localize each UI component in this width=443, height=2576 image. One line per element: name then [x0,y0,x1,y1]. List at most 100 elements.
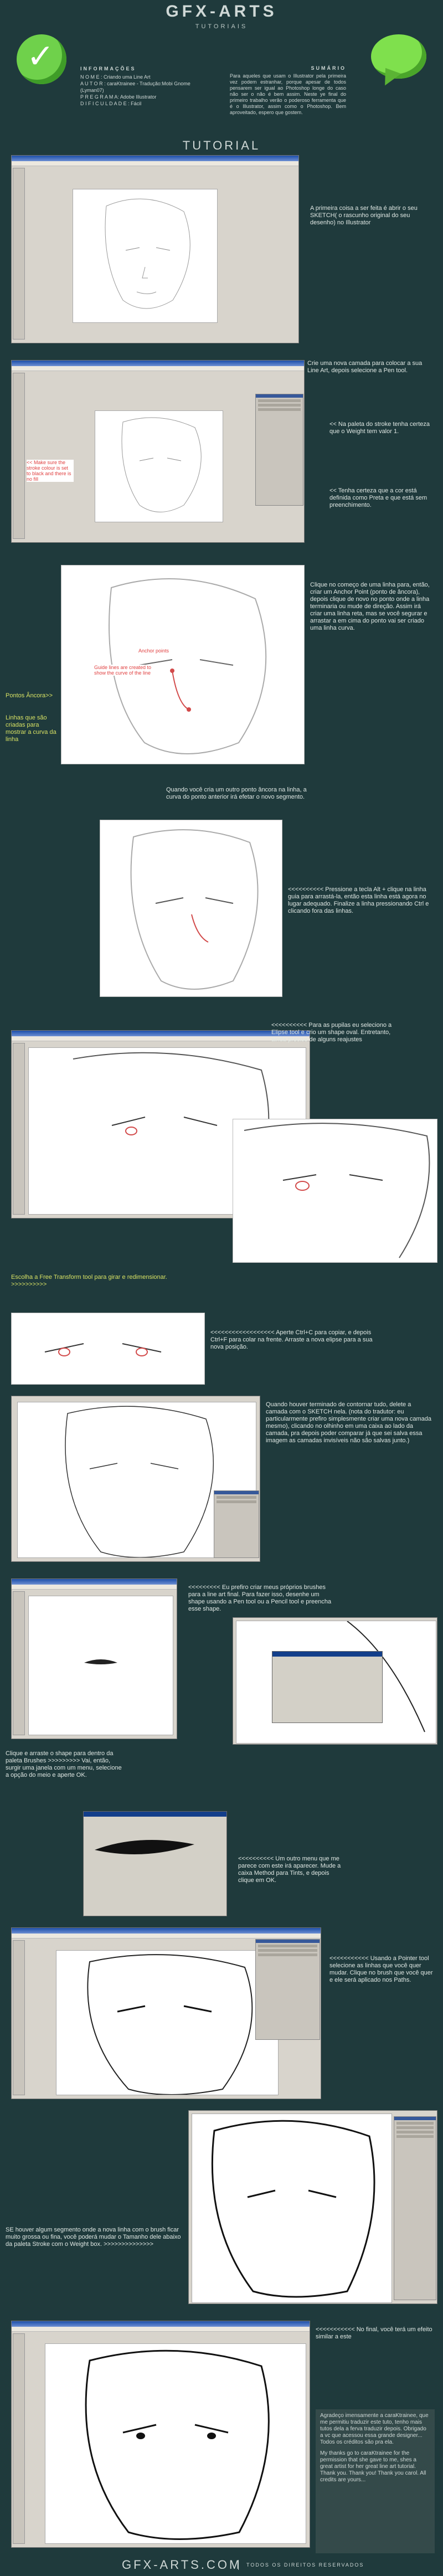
info-block: INFORMAÇÕES N O M E : Criando uma Line A… [80,65,213,107]
info-name: N O M E : Criando uma Line Art [80,74,151,80]
stroke-panel [394,2116,436,2300]
title-bar [12,1031,310,1036]
toolbox [13,373,25,539]
info-difficulty: D I F I C U L D A D E : Fácil [80,101,142,106]
canvas [45,2343,306,2544]
panel-row [258,1953,317,1956]
menu-bar [12,161,298,166]
caption-step8: <<<<<<<<<<<<<<<<<< Aperte Ctrl+C para co… [210,1329,373,1350]
illustrator-window-step1 [11,155,299,343]
illustrator-window-step10 [11,1578,177,1739]
stroke-color-note: << Make sure the stroke colour is set to… [27,460,74,482]
illustrator-window-step15 [11,2321,310,2548]
copy-ellipse-artwork [11,1313,205,1385]
menu-bar [12,1585,177,1590]
caption-anchor-points: Pontos Âncora>> [6,692,53,699]
footer: GFX-ARTS.COM TODOS OS DIREITOS RESERVADO… [0,2553,443,2576]
thanks-pt: Agradeço imensamente a caraKtrainee, que… [320,2413,429,2445]
footer-rights: TODOS OS DIREITOS RESERVADOS [246,2562,364,2568]
sketch-face-image [130,829,259,990]
caption-step1: A primeira coisa a ser feita é abrir o s… [310,205,418,226]
panel-row [258,399,301,402]
caption-step7: Escolha a Free Transform tool para girar… [11,1274,167,1288]
summary-title: SUMÁRIO [311,65,346,71]
sketch-face-image [121,417,202,512]
site-logo[interactable]: GFX-ARTS [0,2,443,21]
title-bar [12,2321,310,2327]
layers-panel [214,1490,259,1558]
menu-bar [12,2327,310,2332]
toolbox [13,1043,25,1215]
logo-subtitle: TUTORIAIS [195,23,248,30]
caption-step2-weight: << Na paleta do stroke tenha certeza que… [329,421,430,435]
footer-divider [238,2560,239,2570]
caption-step5: <<<<<<<<<< Pressione a tecla Alt + cliqu… [288,886,429,914]
line-art-face-image [244,1123,430,1258]
title-bar [12,361,304,366]
art-brush-options-dialog[interactable] [83,1811,227,1916]
panel-row [258,408,301,411]
toolbox [13,1591,25,1735]
caption-guide-lines: Linhas que são criadas para mostrar a cu… [6,714,56,743]
illustrator-window-step2 [11,360,305,543]
canvas [73,189,218,323]
new-brush-dialog[interactable] [272,1651,383,1723]
eyes-image [44,1343,162,1356]
page: GFX-ARTS TUTORIAIS ✓ INFORMAÇÕES N O M E… [0,0,443,2576]
panel-row [217,1496,256,1499]
tutorial-title: TUTORIAL [182,138,261,152]
panel-row [396,2135,434,2138]
line-art-face-image [211,2120,375,2298]
menu-bar [12,1934,321,1939]
canvas [56,1950,279,2095]
header: GFX-ARTS TUTORIAIS ✓ INFORMAÇÕES N O M E… [0,0,443,127]
panel-row [217,1500,256,1503]
panel-row [258,404,301,407]
title-bar [12,156,298,161]
caption-step12: <<<<<<<<<< Um outro menu que me parece c… [238,1855,341,1884]
panel-row [258,1945,317,1947]
caption-step14: SE houver algum segmento onde a nova lin… [6,2227,181,2248]
info-author: A U T O R : caraKtrainee - Tradução:Mobi… [80,81,190,93]
panel-row [396,2131,434,2133]
toolbox [13,2333,25,2544]
caption-step2: Crie uma nova camada para colocar a sua … [307,360,423,374]
toolbox [13,1940,25,2095]
caption-step4: Quando você cria um outro ponto âncora n… [166,786,307,800]
brush-preview-image [95,1840,194,1854]
anchor-points-note: Anchor points [138,648,188,654]
info-program: P R E G R A M A: Adobe Illustrator [80,94,157,100]
dialog-titlebar [84,1812,226,1817]
final-line-art-image [85,2349,270,2540]
panel-titlebar [214,1491,259,1494]
line-art-face-image [87,1954,253,2095]
caption-step3: Clique no começo de uma linha para, entã… [310,582,430,631]
canvas [192,2114,392,2303]
caption-step13: <<<<<<<<<<< Usando a Pointer tool seleci… [329,1955,433,1983]
brushes-panel [255,1939,320,2040]
info-title: INFORMAÇÕES [80,66,136,71]
sketch-face-image [105,198,190,309]
canvas [95,410,223,522]
curve-segment-artwork [100,820,282,997]
toolbox [13,168,25,340]
footer-logo[interactable]: GFX-ARTS.COM [122,2558,241,2572]
brushes-palette-window [233,1617,437,1745]
panel-row [396,2126,434,2129]
brush-shape-image [84,1659,117,1664]
panel-titlebar [256,1940,320,1943]
panel-row [258,1949,317,1952]
illustrator-window-step13 [11,1927,321,2099]
caption-step6: <<<<<<<<<< Para as pupilas eu seleciono … [271,1022,392,1043]
caption-step11: Clique e arraste o shape para dentro da … [6,1750,122,1778]
panel-row [396,2122,434,2125]
caption-step9: Quando houver terminado de contornar tud… [266,1401,431,1444]
canvas [28,1596,173,1735]
summary-block: SUMÁRIO Para aqueles que usam o Illustra… [230,65,346,116]
menu-bar [12,366,304,371]
illustrator-window-step9 [11,1396,260,1562]
caption-step2-color: << Tenha certeza que a cor está definida… [329,487,427,508]
title-bar [12,1579,177,1585]
check-badge-icon: ✓ [17,34,66,84]
illustrator-window-step14 [188,2110,437,2304]
